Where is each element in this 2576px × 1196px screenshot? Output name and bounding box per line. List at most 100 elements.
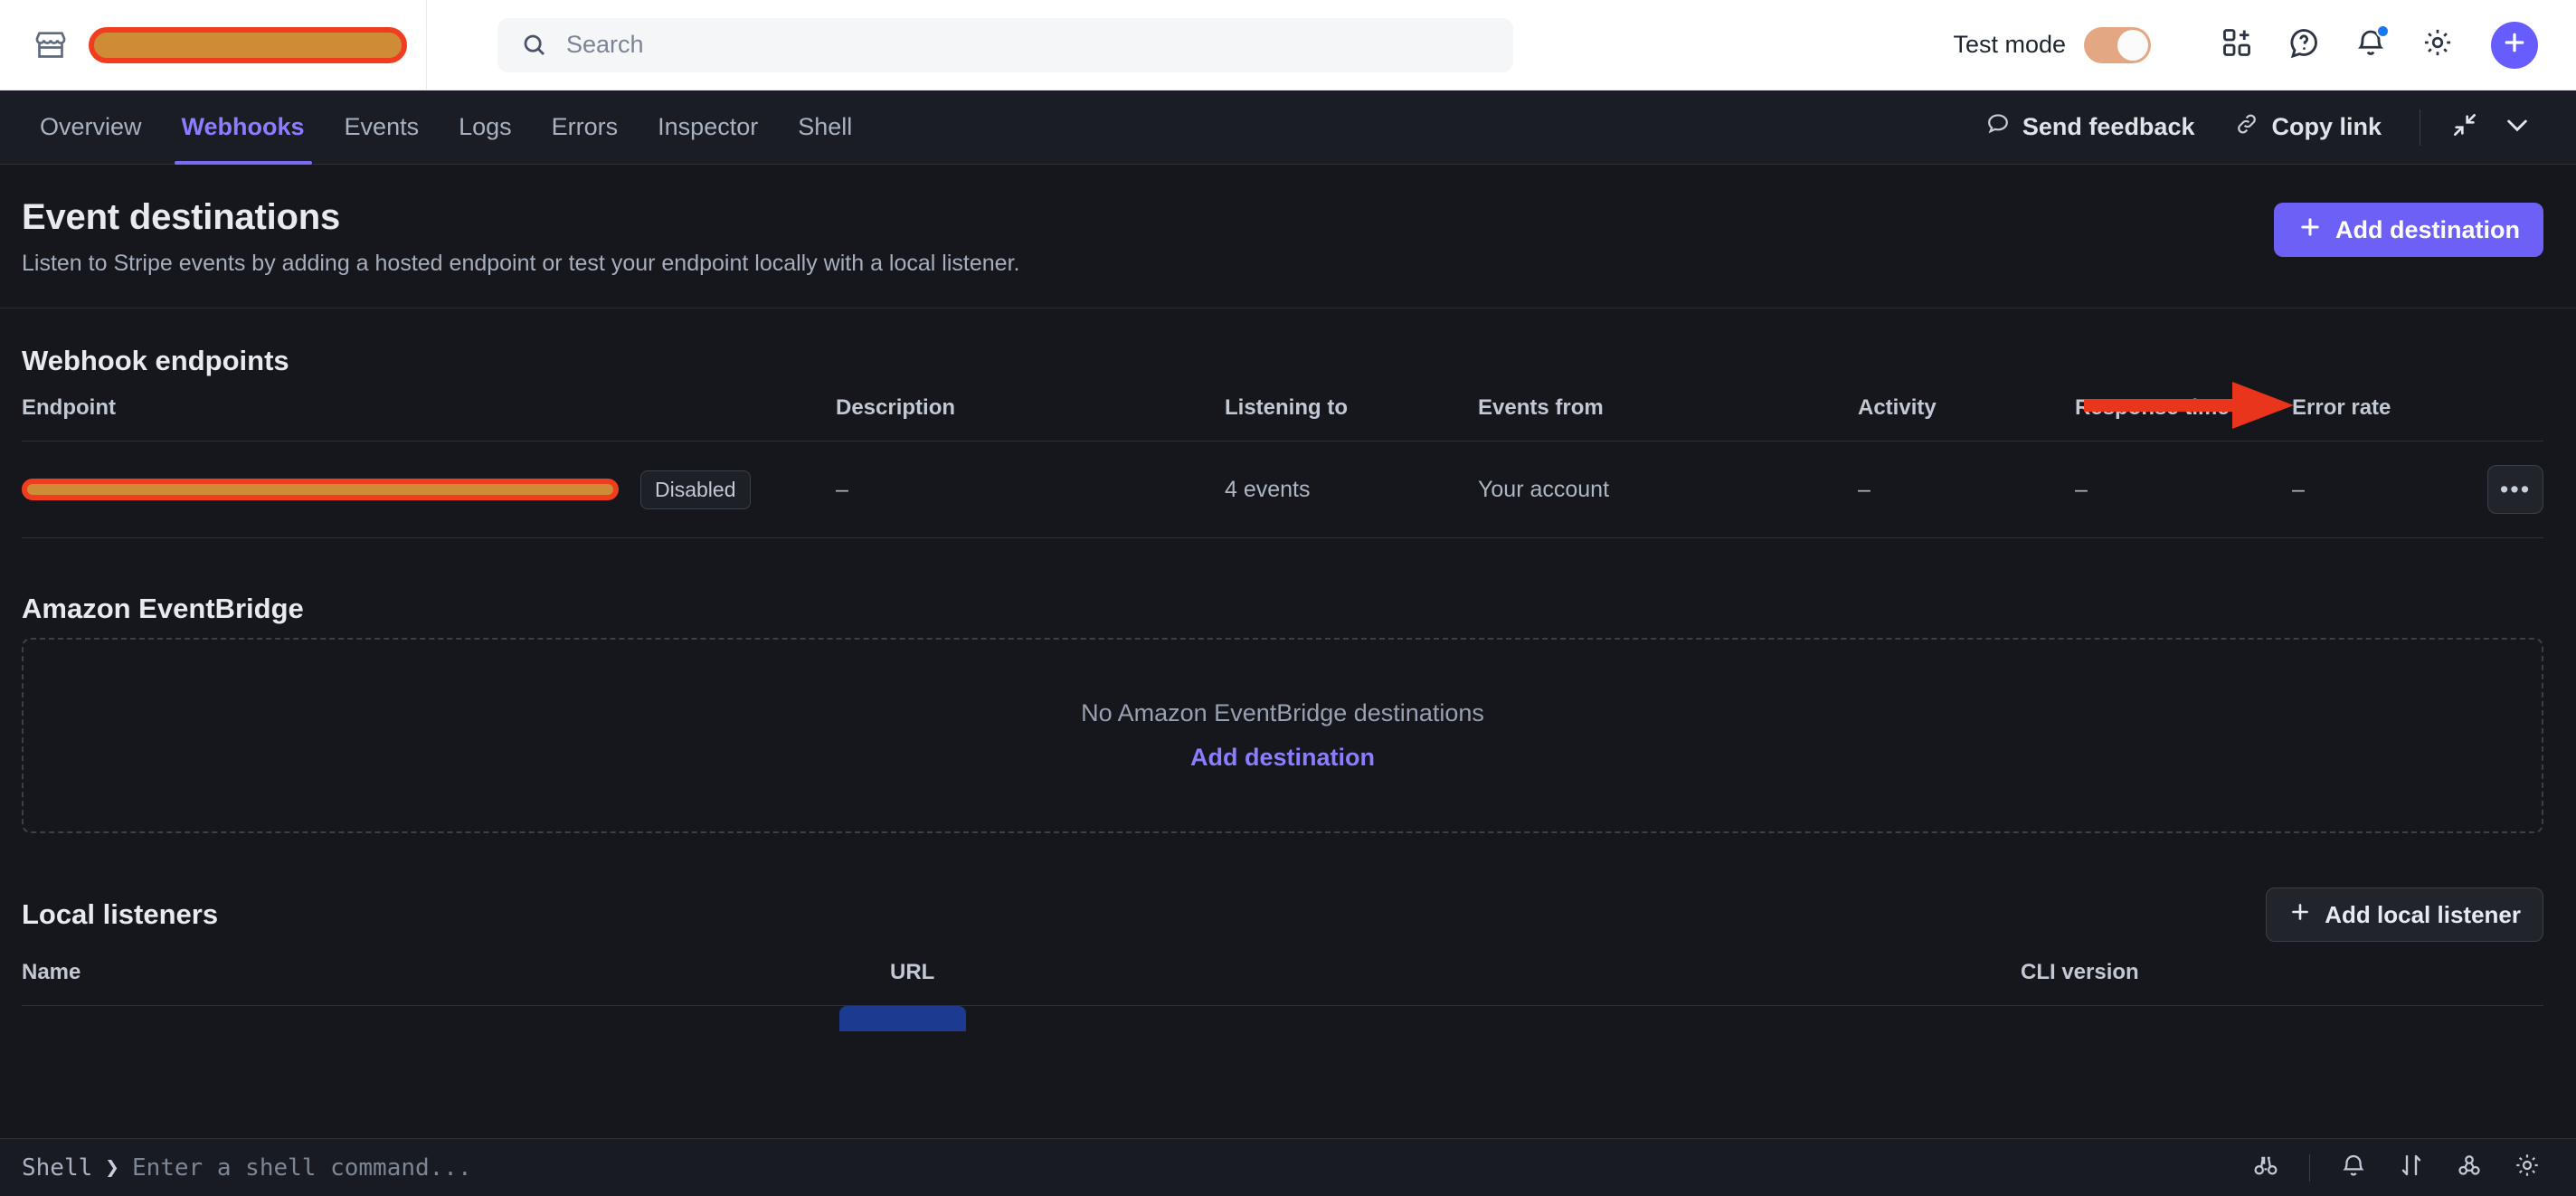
- settings-gear-icon: [2514, 1152, 2541, 1183]
- plus-icon: [2501, 29, 2528, 61]
- add-destination-label: Add destination: [2335, 216, 2520, 244]
- collapse-arrows-icon: [2450, 110, 2479, 144]
- search-input[interactable]: Search: [497, 18, 1513, 72]
- account-switcher[interactable]: [0, 0, 427, 90]
- cell-description: –: [836, 441, 1225, 538]
- search-area: Search: [427, 18, 1953, 72]
- apps-plus-icon: [2221, 26, 2253, 63]
- page-title: Event destinations: [22, 197, 1019, 238]
- apps-plus-button[interactable]: [2203, 12, 2270, 79]
- table-row[interactable]: Disabled – 4 events Your account – – – •…: [22, 441, 2543, 538]
- webhooks-icon: [2456, 1152, 2483, 1183]
- tab-inspector[interactable]: Inspector: [638, 90, 778, 165]
- partial-row-badge: [839, 1006, 966, 1031]
- store-icon: [33, 27, 69, 63]
- workbench-nav: Overview Webhooks Events Logs Errors Ins…: [0, 90, 2576, 165]
- search-icon: [521, 32, 548, 59]
- plus-icon: [2297, 214, 2323, 246]
- expand-menu-button[interactable]: [2491, 101, 2543, 154]
- shell-bar-actions: [2240, 1146, 2552, 1190]
- send-feedback-button[interactable]: Send feedback: [1965, 111, 2215, 143]
- column-events-from: Events from: [1478, 377, 1858, 441]
- binoculars-icon: [2252, 1152, 2279, 1183]
- shell-notifications-button[interactable]: [2328, 1146, 2379, 1190]
- test-mode-switch[interactable]: [2084, 27, 2151, 63]
- shell-placeholder: Enter a shell command...: [132, 1154, 472, 1182]
- column-cli-version: CLI version: [2021, 942, 2543, 1006]
- create-button[interactable]: [2491, 22, 2538, 69]
- nav-tabs: Overview Webhooks Events Logs Errors Ins…: [20, 90, 872, 165]
- column-endpoint: Endpoint: [22, 377, 836, 441]
- chevron-down-icon: [2503, 110, 2532, 144]
- toggle-knob: [2117, 30, 2148, 61]
- table-header-row: Endpoint Description Listening to Events…: [22, 377, 2543, 441]
- webhook-endpoints-title: Webhook endpoints: [22, 345, 2543, 377]
- column-name: Name: [22, 942, 890, 1006]
- tab-webhooks[interactable]: Webhooks: [162, 90, 325, 165]
- shell-command-input[interactable]: Shell ❯ Enter a shell command...: [22, 1154, 472, 1182]
- local-listeners-header: Local listeners Add local listener: [22, 888, 2543, 942]
- copy-link-button[interactable]: Copy link: [2214, 111, 2401, 143]
- column-listening-to: Listening to: [1225, 377, 1478, 441]
- cell-error-rate: –: [2292, 441, 2482, 538]
- shell-caret-icon: ❯: [105, 1154, 119, 1182]
- tab-overview[interactable]: Overview: [20, 90, 162, 165]
- endpoint-cell-content: Disabled: [22, 470, 836, 509]
- eventbridge-add-destination-link[interactable]: Add destination: [1190, 744, 1375, 772]
- webhook-endpoints-table: Endpoint Description Listening to Events…: [22, 377, 2543, 538]
- shell-divider: [2309, 1154, 2310, 1182]
- eventbridge-empty-text: No Amazon EventBridge destinations: [1081, 699, 1484, 727]
- spacer: [0, 308, 2576, 345]
- local-listeners-section: Local listeners Add local listener Name: [0, 888, 2576, 1031]
- collapse-button[interactable]: [2439, 101, 2491, 154]
- page-subtitle: Listen to Stripe events by adding a host…: [22, 251, 1019, 277]
- local-listener-row-partial[interactable]: [22, 1006, 2543, 1031]
- shell-webhooks-button[interactable]: [2444, 1146, 2495, 1190]
- feedback-bubble-icon: [1985, 111, 2011, 143]
- help-button[interactable]: [2270, 12, 2337, 79]
- test-mode-toggle[interactable]: Test mode: [1953, 27, 2151, 63]
- shell-bar: Shell ❯ Enter a shell command...: [0, 1138, 2576, 1196]
- page-header-text: Event destinations Listen to Stripe even…: [22, 197, 1019, 277]
- shell-events-button[interactable]: [2386, 1146, 2437, 1190]
- add-local-listener-label: Add local listener: [2325, 901, 2521, 929]
- column-activity: Activity: [1858, 377, 2075, 441]
- add-destination-button[interactable]: Add destination: [2274, 203, 2543, 257]
- nav-actions: Send feedback Copy link: [1965, 101, 2543, 154]
- top-bar-actions: Test mode: [1953, 12, 2576, 79]
- inspector-button[interactable]: [2240, 1146, 2291, 1190]
- settings-button[interactable]: [2404, 12, 2471, 79]
- cell-response-time: –: [2075, 441, 2292, 538]
- webhook-endpoints-section: Webhook endpoints Endpoint Description L…: [0, 345, 2576, 538]
- cell-actions: •••: [2482, 441, 2543, 538]
- top-bar: Search Test mode: [0, 0, 2576, 90]
- tab-shell[interactable]: Shell: [778, 90, 872, 165]
- page-header: Event destinations Listen to Stripe even…: [0, 165, 2576, 308]
- cell-events-from: Your account: [1478, 441, 1858, 538]
- tab-events[interactable]: Events: [325, 90, 440, 165]
- eventbridge-title: Amazon EventBridge: [22, 593, 2543, 625]
- shell-label: Shell: [22, 1154, 92, 1182]
- status-badge: Disabled: [640, 470, 751, 509]
- events-arrows-icon: [2398, 1152, 2425, 1183]
- account-name-redacted: [89, 27, 407, 63]
- cell-activity: –: [1858, 441, 2075, 538]
- endpoint-url-redacted: [22, 479, 619, 500]
- cell-listening-to: 4 events: [1225, 441, 1478, 538]
- shell-settings-button[interactable]: [2502, 1146, 2552, 1190]
- search-placeholder: Search: [566, 31, 644, 59]
- column-error-rate: Error rate: [2292, 377, 2482, 441]
- tab-errors[interactable]: Errors: [532, 90, 639, 165]
- eventbridge-empty-state: No Amazon EventBridge destinations Add d…: [22, 638, 2543, 833]
- row-overflow-menu-button[interactable]: •••: [2487, 465, 2543, 514]
- tab-logs[interactable]: Logs: [439, 90, 532, 165]
- main-content: Event destinations Listen to Stripe even…: [0, 165, 2576, 1138]
- spacer: [0, 833, 2576, 888]
- send-feedback-label: Send feedback: [2022, 113, 2195, 141]
- notifications-button[interactable]: [2337, 12, 2404, 79]
- help-icon: [2287, 26, 2320, 63]
- add-local-listener-button[interactable]: Add local listener: [2266, 888, 2543, 942]
- notifications-icon: [2340, 1152, 2367, 1183]
- link-icon: [2234, 111, 2259, 143]
- copy-link-label: Copy link: [2271, 113, 2382, 141]
